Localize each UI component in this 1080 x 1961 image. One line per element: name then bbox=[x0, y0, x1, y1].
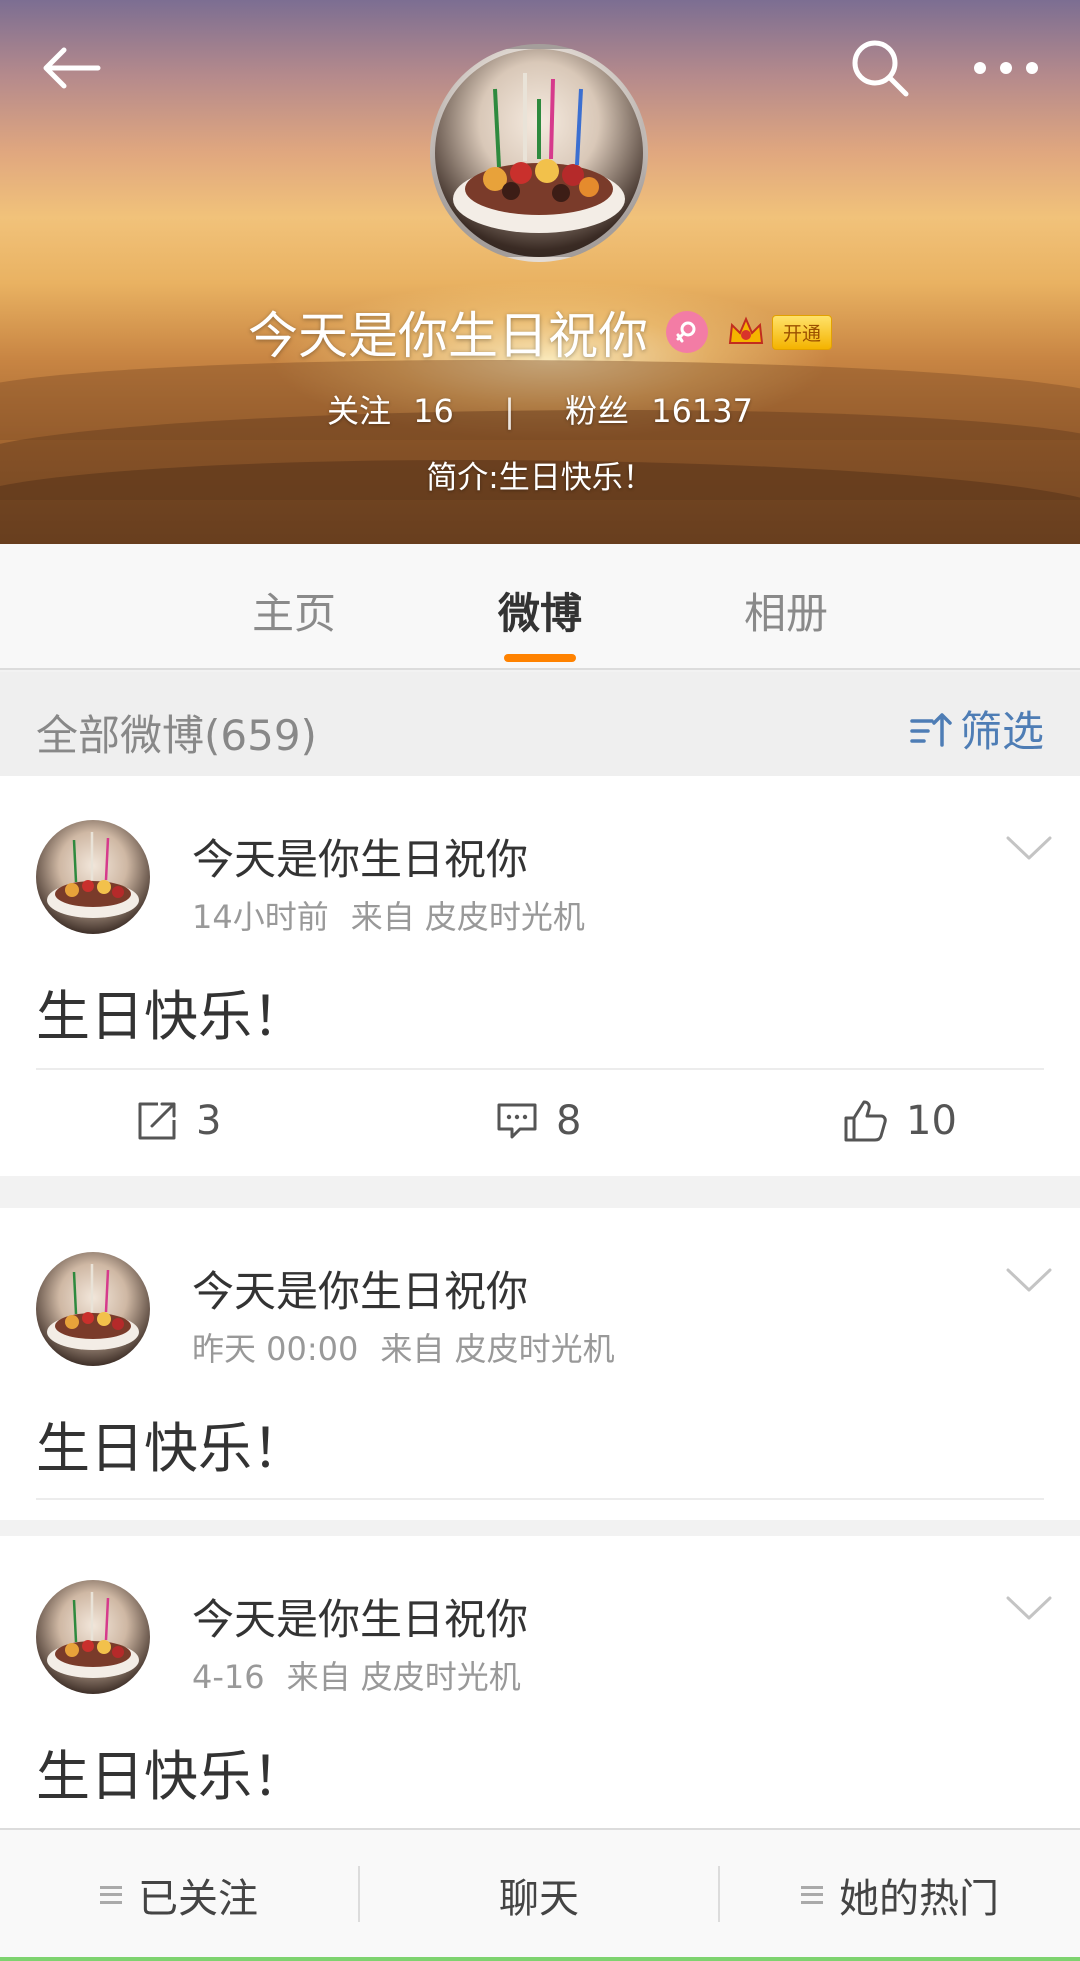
tab-home[interactable]: 主页 bbox=[214, 580, 374, 641]
post-actions: 3 8 10 bbox=[0, 1070, 1080, 1176]
chat-button[interactable]: 聊天 bbox=[360, 1830, 718, 1959]
all-weibo-count: 全部微博(659) bbox=[36, 711, 317, 760]
post-time: 4-16 bbox=[192, 1658, 265, 1696]
active-tab-indicator bbox=[504, 654, 576, 662]
post-source: 来自 皮皮时光机 bbox=[350, 898, 585, 936]
more-dots-icon bbox=[974, 62, 1038, 74]
chevron-down-icon[interactable] bbox=[1004, 1588, 1054, 1628]
profile-header: 今天是你生日祝你 开通 关注 16 | 粉丝 16137 简介:生日快乐！ bbox=[0, 0, 1080, 544]
back-button[interactable] bbox=[30, 28, 110, 108]
post-source: 来自 皮皮时光机 bbox=[286, 1658, 521, 1696]
chevron-down-icon[interactable] bbox=[1004, 1260, 1054, 1300]
comment-icon bbox=[497, 1103, 537, 1139]
post-meta: 4-16 来自 皮皮时光机 bbox=[192, 1652, 521, 1698]
menu-icon bbox=[100, 1885, 122, 1904]
cake-avatar-image bbox=[47, 1264, 139, 1350]
post-time: 14小时前 bbox=[192, 898, 329, 936]
post-avatar[interactable] bbox=[36, 820, 150, 934]
filter-bar: 全部微博(659) 筛选 bbox=[0, 672, 1080, 776]
female-icon bbox=[665, 311, 708, 353]
her-hot-button[interactable]: 她的热门 bbox=[720, 1830, 1080, 1959]
post-meta: 昨天 00:00 来自 皮皮时光机 bbox=[192, 1324, 615, 1370]
post-text: 生日快乐！ bbox=[36, 1745, 306, 1808]
profile-tabs: 主页 微博 相册 bbox=[0, 544, 1080, 670]
repost-count: 3 bbox=[196, 1098, 222, 1144]
post-time: 昨天 00:00 bbox=[192, 1330, 359, 1368]
post-card[interactable]: 今天是你生日祝你 4-16 来自 皮皮时光机 生日快乐！ bbox=[0, 1536, 1080, 1836]
tab-album[interactable]: 相册 bbox=[706, 580, 866, 641]
bottom-action-bar: 已关注 聊天 她的热门 bbox=[0, 1828, 1080, 1961]
stats-separator: | bbox=[504, 392, 515, 430]
post-text: 生日快乐！ bbox=[36, 985, 306, 1048]
more-button[interactable] bbox=[966, 28, 1046, 108]
search-button[interactable] bbox=[840, 28, 920, 108]
profile-avatar[interactable] bbox=[430, 44, 648, 262]
cake-avatar-image bbox=[453, 73, 625, 233]
post-text: 生日快乐！ bbox=[36, 1417, 306, 1480]
following-label: 关注 bbox=[326, 392, 391, 430]
post-author[interactable]: 今天是你生日祝你 bbox=[192, 826, 528, 887]
following-stat[interactable]: 关注 16 bbox=[327, 392, 464, 430]
comment-count: 8 bbox=[556, 1098, 582, 1144]
thumbs-up-icon bbox=[844, 1100, 887, 1142]
comment-button[interactable]: 8 bbox=[496, 1098, 581, 1144]
followers-stat[interactable]: 粉丝 16137 bbox=[565, 392, 753, 430]
post-card[interactable]: 今天是你生日祝你 14小时前 来自 皮皮时光机 生日快乐！ 3 8 10 bbox=[0, 776, 1080, 1176]
followed-label: 已关注 bbox=[138, 1875, 258, 1922]
post-meta: 14小时前 来自 皮皮时光机 bbox=[192, 892, 585, 938]
menu-icon bbox=[801, 1885, 823, 1904]
arrow-left-icon bbox=[43, 47, 101, 89]
following-count: 16 bbox=[413, 392, 454, 430]
filter-button[interactable]: 筛选 bbox=[910, 698, 1044, 759]
post-author[interactable]: 今天是你生日祝你 bbox=[192, 1586, 528, 1647]
repost-button[interactable]: 3 bbox=[136, 1098, 221, 1144]
profile-intro: 简介:生日快乐！ bbox=[426, 460, 654, 496]
followers-count: 16137 bbox=[651, 392, 753, 430]
profile-name-row: 今天是你生日祝你 开通 bbox=[0, 296, 1080, 368]
filter-label: 筛选 bbox=[960, 707, 1045, 756]
cake-avatar-image bbox=[47, 832, 139, 918]
tab-weibo[interactable]: 微博 bbox=[460, 580, 620, 641]
cake-avatar-image bbox=[47, 1592, 139, 1678]
profile-stats: 关注 16 | 粉丝 16137 bbox=[0, 386, 1080, 432]
vip-badge[interactable]: 开通 bbox=[726, 314, 832, 350]
post-avatar[interactable] bbox=[36, 1252, 150, 1366]
like-button[interactable]: 10 bbox=[842, 1098, 957, 1144]
post-author[interactable]: 今天是你生日祝你 bbox=[192, 1258, 528, 1319]
divider bbox=[36, 1498, 1044, 1500]
chat-label: 聊天 bbox=[499, 1875, 579, 1922]
followed-button[interactable]: 已关注 bbox=[0, 1830, 358, 1959]
post-source: 来自 皮皮时光机 bbox=[380, 1330, 615, 1368]
profile-name: 今天是你生日祝你 bbox=[247, 307, 648, 365]
repost-icon bbox=[138, 1102, 176, 1140]
search-icon bbox=[852, 40, 909, 97]
post-card[interactable]: 今天是你生日祝你 昨天 00:00 来自 皮皮时光机 生日快乐！ bbox=[0, 1208, 1080, 1520]
crown-icon bbox=[728, 316, 764, 344]
vip-open-label: 开通 bbox=[771, 314, 832, 350]
sort-filter-icon bbox=[910, 712, 952, 747]
followers-label: 粉丝 bbox=[565, 392, 630, 430]
post-avatar[interactable] bbox=[36, 1580, 150, 1694]
like-count: 10 bbox=[906, 1098, 957, 1144]
chevron-down-icon[interactable] bbox=[1004, 828, 1054, 868]
her-hot-label: 她的热门 bbox=[839, 1875, 999, 1922]
